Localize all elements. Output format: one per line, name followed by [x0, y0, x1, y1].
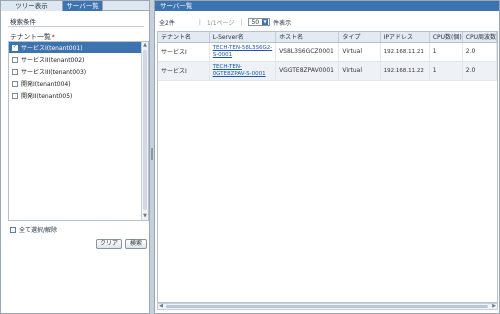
column-header-tenant[interactable]: テナント名	[158, 32, 210, 43]
scroll-down-icon[interactable]: ▼	[142, 213, 148, 220]
search-conditions-title: 検索条件	[10, 18, 36, 26]
server-list-title: サーバ一覧	[155, 1, 499, 11]
cell-host: VS8L3S6GCZ0001	[275, 42, 340, 62]
per-page-suffix: 件表示	[273, 19, 292, 27]
column-header-lserver[interactable]: L-Server名	[209, 32, 277, 43]
pager-separator: |	[198, 18, 201, 26]
column-header-type[interactable]: タイプ	[338, 32, 381, 43]
total-count: 全2件	[159, 19, 175, 27]
tab-server-list[interactable]: サーバ一覧	[63, 1, 103, 11]
chevron-down-icon[interactable]: ▼	[262, 19, 269, 25]
tenant-item-label: 開発II(tenant005)	[21, 93, 73, 100]
select-all-toggle[interactable]: 全て選択/解除	[10, 225, 57, 234]
checkbox-icon[interactable]: ✓	[12, 44, 18, 51]
splitter-grip-icon[interactable]	[151, 148, 153, 160]
table-row[interactable]: サービスI TECH-TEN-58L3S6G2-S-0001 VS8L3S6GC…	[158, 42, 497, 62]
table-hscrollbar[interactable]: ◀ ▶	[157, 303, 498, 310]
tenant-list-header: テナント一覧*	[10, 31, 55, 41]
tenant-item[interactable]: サービスII(tenant002)	[9, 54, 142, 65]
lserver-link[interactable]: TECH-TEN-0GTE8ZPAV-S-0001	[209, 61, 277, 81]
hscroll-thumb[interactable]	[166, 305, 488, 308]
tab-tree-view[interactable]: ツリー表示	[1, 1, 63, 11]
checkbox-icon[interactable]	[12, 68, 18, 75]
clear-button[interactable]: クリア	[96, 239, 122, 249]
column-header-cpu[interactable]: CPU数(個)	[429, 32, 463, 43]
tenant-item-label: サービスII(tenant002)	[21, 57, 85, 64]
cell-tenant: サービスI	[158, 61, 210, 81]
cell-tenant: サービスI	[158, 42, 210, 62]
required-mark: *	[51, 34, 55, 41]
tenant-item-label: サービスIII(tenant003)	[21, 69, 87, 76]
tenant-item[interactable]: サービスIII(tenant003)	[9, 66, 142, 77]
cell-ip: 192.168.11.22	[380, 61, 430, 81]
cell-type: Virtual	[338, 42, 381, 62]
tenant-list: ✓ サービスI(tenant001) サービスII(tenant002) サービ…	[8, 41, 149, 221]
checkbox-icon[interactable]	[10, 226, 16, 233]
cell-host: VGGTE8ZPAV0001	[275, 61, 340, 81]
section-divider	[8, 26, 144, 27]
tenant-list-scrollbar[interactable]: ▲ ▼	[141, 42, 148, 220]
search-button[interactable]: 検索	[125, 239, 147, 249]
per-page-select[interactable]: 50 ▼	[248, 18, 271, 26]
checkbox-icon[interactable]	[12, 56, 18, 63]
pager: 全2件 | 1/1ページ | 50 ▼ 件表示	[159, 17, 459, 27]
cell-freq: 2.0	[462, 42, 497, 62]
tenant-item[interactable]: 開発I(tenant004)	[9, 78, 142, 89]
page-info: 1/1ページ	[206, 19, 235, 27]
cell-cpu: 1	[429, 61, 463, 81]
tenant-item-label: サービスI(tenant001)	[21, 45, 83, 52]
column-header-host[interactable]: ホスト名	[275, 32, 340, 43]
scroll-thumb[interactable]	[143, 50, 147, 210]
checkbox-icon[interactable]	[12, 80, 18, 87]
column-header-freq[interactable]: CPU周波数	[462, 32, 497, 43]
pager-separator: |	[240, 18, 243, 26]
per-page-value: 50	[251, 18, 260, 26]
lserver-link[interactable]: TECH-TEN-58L3S6G2-S-0001	[209, 42, 277, 62]
server-table: テナント名 L-Server名 ホスト名 タイプ IPアドレス CPU数(個) …	[157, 31, 498, 303]
tenant-list-items: ✓ サービスI(tenant001) サービスII(tenant002) サービ…	[9, 42, 142, 220]
cell-freq: 2.0	[462, 61, 497, 81]
checkbox-icon[interactable]	[12, 92, 18, 99]
tenant-list-label: テナント一覧	[10, 33, 51, 41]
cell-cpu: 1	[429, 42, 463, 62]
select-all-label: 全て選択/解除	[19, 227, 58, 234]
tenant-item-label: 開発I(tenant004)	[21, 81, 71, 88]
right-panel: サーバ一覧 全2件 | 1/1ページ | 50 ▼ 件表示 テナント名 L-Se…	[154, 0, 500, 314]
left-panel: ツリー表示 サーバ一覧 検索条件 テナント一覧* ✓ サービスI(tenant0…	[0, 0, 150, 314]
view-tabs: ツリー表示 サーバ一覧	[1, 1, 149, 11]
tenant-item[interactable]: ✓ サービスI(tenant001)	[9, 42, 142, 53]
scroll-right-icon[interactable]: ▶	[491, 304, 497, 309]
scroll-up-icon[interactable]: ▲	[142, 42, 148, 49]
column-header-ip[interactable]: IPアドレス	[380, 32, 430, 43]
tenant-item[interactable]: 開発II(tenant005)	[9, 90, 142, 101]
table-row[interactable]: サービスI TECH-TEN-0GTE8ZPAV-S-0001 VGGTE8ZP…	[158, 61, 497, 81]
scroll-left-icon[interactable]: ◀	[158, 304, 164, 309]
table-header-row: テナント名 L-Server名 ホスト名 タイプ IPアドレス CPU数(個) …	[158, 32, 497, 43]
cell-ip: 192.168.11.21	[380, 42, 430, 62]
cell-type: Virtual	[338, 61, 381, 81]
